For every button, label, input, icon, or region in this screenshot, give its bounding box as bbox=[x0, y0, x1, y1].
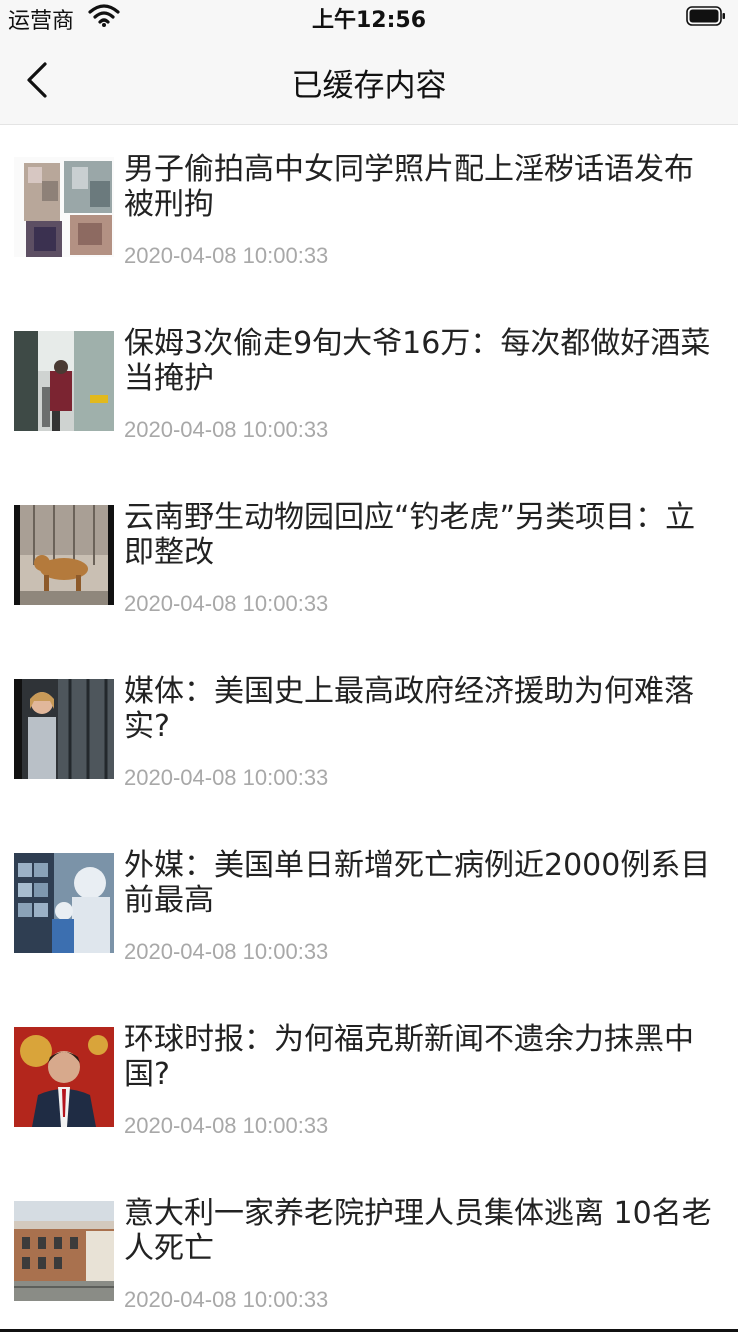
news-list-item[interactable]: 环球时报：为何福克斯新闻不遗余力抹黑中国? 2020-04-08 10:00:3… bbox=[0, 995, 738, 1169]
news-thumbnail bbox=[14, 331, 114, 431]
news-title: 外媒：美国单日新增死亡病例近2000例系目前最高 bbox=[124, 848, 711, 918]
news-thumbnail bbox=[14, 679, 114, 779]
news-title: 云南野生动物园回应“钓老虎”另类项目：立即整改 bbox=[124, 500, 696, 570]
battery-icon bbox=[686, 6, 726, 26]
news-title: 环球时报：为何福克斯新闻不遗余力抹黑中国? bbox=[124, 1022, 694, 1092]
news-date: 2020-04-08 10:00:33 bbox=[124, 1287, 329, 1312]
news-list-item[interactable]: 男子偷拍高中女同学照片配上淫秽话语发布 被刑拘 2020-04-08 10:00… bbox=[0, 125, 738, 299]
news-title: 意大利一家养老院护理人员集体逃离 10名老人死亡 bbox=[124, 1196, 712, 1266]
news-date: 2020-04-08 10:00:33 bbox=[124, 243, 329, 268]
news-thumbnail bbox=[14, 1027, 114, 1127]
news-thumbnail bbox=[14, 853, 114, 953]
news-date: 2020-04-08 10:00:33 bbox=[124, 417, 329, 442]
news-list-item[interactable]: 保姆3次偷走9旬大爷16万：每次都做好酒菜当掩护 2020-04-08 10:0… bbox=[0, 299, 738, 473]
status-time: 上午12:56 bbox=[311, 8, 427, 33]
news-list-item[interactable]: 意大利一家养老院护理人员集体逃离 10名老人死亡 2020-04-08 10:0… bbox=[0, 1169, 738, 1343]
news-list-item[interactable]: 媒体：美国史上最高政府经济援助为何难落实? 2020-04-08 10:00:3… bbox=[0, 647, 738, 821]
news-title: 男子偷拍高中女同学照片配上淫秽话语发布 被刑拘 bbox=[124, 152, 694, 222]
news-list-item[interactable]: 外媒：美国单日新增死亡病例近2000例系目前最高 2020-04-08 10:0… bbox=[0, 821, 738, 995]
news-date: 2020-04-08 10:00:33 bbox=[124, 765, 329, 790]
news-list-item[interactable]: 云南野生动物园回应“钓老虎”另类项目：立即整改 2020-04-08 10:00… bbox=[0, 473, 738, 647]
page-title: 已缓存内容 bbox=[291, 68, 447, 104]
news-date: 2020-04-08 10:00:33 bbox=[124, 1113, 329, 1138]
navigation-bar: 已缓存内容 bbox=[0, 34, 738, 125]
status-bar: 运营商 上午12:56 bbox=[0, 0, 738, 34]
news-thumbnail bbox=[14, 157, 114, 257]
news-date: 2020-04-08 10:00:33 bbox=[124, 939, 329, 964]
news-title: 媒体：美国史上最高政府经济援助为何难落实? bbox=[124, 674, 694, 744]
news-date: 2020-04-08 10:00:33 bbox=[124, 591, 329, 616]
news-thumbnail bbox=[14, 1201, 114, 1301]
news-title: 保姆3次偷走9旬大爷16万：每次都做好酒菜当掩护 bbox=[124, 326, 711, 396]
news-thumbnail bbox=[14, 505, 114, 605]
cached-news-list: 男子偷拍高中女同学照片配上淫秽话语发布 被刑拘 2020-04-08 10:00… bbox=[0, 125, 738, 1343]
